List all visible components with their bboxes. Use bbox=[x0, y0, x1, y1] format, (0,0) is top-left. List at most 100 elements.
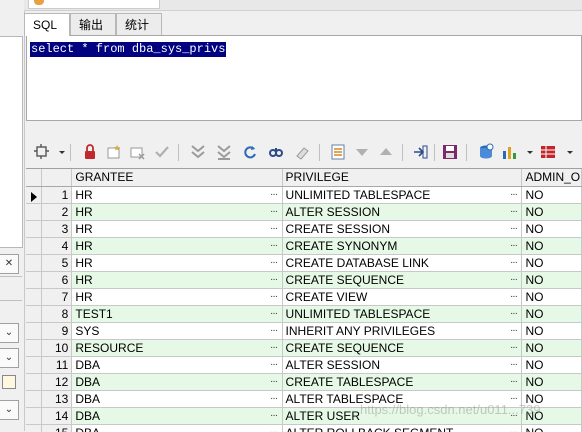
cell-ellipsis-button[interactable]: ··· bbox=[507, 391, 519, 407]
tab-statistics[interactable]: 统计 bbox=[116, 13, 162, 35]
cell-ellipsis-button[interactable]: ··· bbox=[268, 357, 280, 373]
row-indicator[interactable] bbox=[26, 288, 42, 305]
row-indicator[interactable] bbox=[26, 305, 42, 322]
cell-ellipsis-button[interactable]: ··· bbox=[507, 255, 519, 271]
first-record-icon[interactable] bbox=[188, 142, 208, 162]
close-icon[interactable]: ✕ bbox=[0, 254, 19, 274]
cell-ellipsis-button[interactable]: ··· bbox=[268, 272, 280, 288]
cell-ellipsis-button[interactable]: ··· bbox=[507, 408, 519, 424]
cell-privilege[interactable]: ALTER TABLESPACE··· bbox=[282, 390, 522, 407]
cell-privilege[interactable]: UNLIMITED TABLESPACE··· bbox=[282, 186, 522, 203]
cell-privilege[interactable]: CREATE SESSION··· bbox=[282, 220, 522, 237]
cell-grantee[interactable]: SYS··· bbox=[72, 322, 282, 339]
chevron-down-icon[interactable] bbox=[52, 142, 60, 162]
cell-privilege[interactable]: UNLIMITED TABLESPACE··· bbox=[282, 305, 522, 322]
cell-admin-option[interactable]: NO bbox=[522, 254, 582, 271]
cell-privilege[interactable]: ALTER USER··· bbox=[282, 407, 522, 424]
cell-ellipsis-button[interactable]: ··· bbox=[268, 374, 280, 390]
clear-icon[interactable] bbox=[292, 142, 312, 162]
previous-page-icon[interactable] bbox=[376, 142, 396, 162]
cell-ellipsis-button[interactable]: ··· bbox=[268, 187, 280, 203]
sql-editor[interactable]: select * from dba_sys_privs bbox=[26, 35, 582, 121]
cell-ellipsis-button[interactable]: ··· bbox=[507, 289, 519, 305]
cell-ellipsis-button[interactable]: ··· bbox=[268, 340, 280, 356]
table-row[interactable]: 11DBA···ALTER SESSION···NO bbox=[26, 356, 582, 373]
cell-privilege[interactable]: CREATE TABLESPACE··· bbox=[282, 373, 522, 390]
cell-ellipsis-button[interactable]: ··· bbox=[507, 187, 519, 203]
cell-ellipsis-button[interactable]: ··· bbox=[507, 238, 519, 254]
cell-ellipsis-button[interactable]: ··· bbox=[507, 272, 519, 288]
paste-icon[interactable] bbox=[2, 375, 16, 389]
last-record-icon[interactable] bbox=[214, 142, 234, 162]
single-record-view-icon[interactable] bbox=[328, 142, 348, 162]
delete-record-icon[interactable] bbox=[128, 142, 148, 162]
row-indicator[interactable] bbox=[26, 356, 42, 373]
table-row[interactable]: 14DBA···ALTER USER···NO bbox=[26, 407, 582, 424]
cell-grantee[interactable]: HR··· bbox=[72, 186, 282, 203]
insert-record-icon[interactable] bbox=[104, 142, 124, 162]
row-indicator[interactable] bbox=[26, 390, 42, 407]
find-icon[interactable] bbox=[266, 142, 286, 162]
row-indicator[interactable] bbox=[26, 271, 42, 288]
cell-ellipsis-button[interactable]: ··· bbox=[268, 289, 280, 305]
cell-ellipsis-button[interactable]: ··· bbox=[507, 357, 519, 373]
cell-grantee[interactable]: DBA··· bbox=[72, 373, 282, 390]
cell-admin-option[interactable]: NO bbox=[522, 271, 582, 288]
chevron-down-icon[interactable] bbox=[560, 142, 568, 162]
cell-grantee[interactable]: HR··· bbox=[72, 237, 282, 254]
tab-sql[interactable]: SQL bbox=[24, 13, 70, 36]
chevron-down-icon[interactable]: ⌄ bbox=[0, 400, 19, 420]
cell-ellipsis-button[interactable]: ··· bbox=[507, 204, 519, 220]
cell-grantee[interactable]: DBA··· bbox=[72, 356, 282, 373]
cell-admin-option[interactable]: NO bbox=[522, 356, 582, 373]
table-row[interactable]: 12DBA···CREATE TABLESPACE···NO bbox=[26, 373, 582, 390]
cell-ellipsis-button[interactable]: ··· bbox=[507, 340, 519, 356]
cell-privilege[interactable]: CREATE VIEW··· bbox=[282, 288, 522, 305]
cell-ellipsis-button[interactable]: ··· bbox=[268, 408, 280, 424]
query-icon[interactable] bbox=[476, 142, 496, 162]
chart-icon[interactable] bbox=[500, 142, 520, 162]
cell-grantee[interactable]: HR··· bbox=[72, 271, 282, 288]
row-indicator[interactable] bbox=[26, 407, 42, 424]
cell-privilege[interactable]: CREATE SEQUENCE··· bbox=[282, 339, 522, 356]
cell-ellipsis-button[interactable]: ··· bbox=[507, 374, 519, 390]
cell-privilege[interactable]: CREATE DATABASE LINK··· bbox=[282, 254, 522, 271]
cell-ellipsis-button[interactable]: ··· bbox=[268, 238, 280, 254]
cell-ellipsis-button[interactable]: ··· bbox=[268, 323, 280, 339]
table-row[interactable]: 6HR···CREATE SEQUENCE···NO bbox=[26, 271, 582, 288]
refresh-icon[interactable] bbox=[240, 142, 260, 162]
cell-admin-option[interactable]: NO bbox=[522, 203, 582, 220]
cell-grantee[interactable]: HR··· bbox=[72, 220, 282, 237]
cell-ellipsis-button[interactable]: ··· bbox=[268, 204, 280, 220]
cell-grantee[interactable]: HR··· bbox=[72, 288, 282, 305]
results-grid[interactable]: GRANTEE PRIVILEGE ADMIN_O 1HR···UNLIMITE… bbox=[26, 168, 582, 432]
cell-admin-option[interactable]: NO bbox=[522, 186, 582, 203]
next-page-icon[interactable] bbox=[352, 142, 372, 162]
save-icon[interactable] bbox=[440, 142, 460, 162]
cell-ellipsis-button[interactable]: ··· bbox=[507, 221, 519, 237]
chevron-down-icon[interactable] bbox=[520, 142, 528, 162]
cell-admin-option[interactable]: NO bbox=[522, 339, 582, 356]
cell-grantee[interactable]: DBA··· bbox=[72, 390, 282, 407]
cell-privilege[interactable]: ALTER SESSION··· bbox=[282, 356, 522, 373]
row-indicator[interactable] bbox=[26, 237, 42, 254]
table-row[interactable]: 3HR···CREATE SESSION···NO bbox=[26, 220, 582, 237]
row-indicator[interactable] bbox=[26, 322, 42, 339]
table-row[interactable]: 8TEST1···UNLIMITED TABLESPACE···NO bbox=[26, 305, 582, 322]
row-indicator[interactable] bbox=[26, 339, 42, 356]
cell-admin-option[interactable]: NO bbox=[522, 407, 582, 424]
cell-admin-option[interactable]: NO bbox=[522, 373, 582, 390]
table-row[interactable]: 4HR···CREATE SYNONYM···NO bbox=[26, 237, 582, 254]
chevron-down-icon[interactable]: ⌄ bbox=[0, 348, 19, 368]
row-indicator[interactable] bbox=[26, 373, 42, 390]
table-row[interactable]: 10RESOURCE···CREATE SEQUENCE···NO bbox=[26, 339, 582, 356]
table-row[interactable]: 2HR···ALTER SESSION···NO bbox=[26, 203, 582, 220]
lock-icon[interactable] bbox=[80, 142, 100, 162]
column-header-admin-option[interactable]: ADMIN_O bbox=[522, 169, 582, 186]
cell-privilege[interactable]: CREATE SYNONYM··· bbox=[282, 237, 522, 254]
cell-ellipsis-button[interactable]: ··· bbox=[268, 255, 280, 271]
table-row[interactable]: 5HR···CREATE DATABASE LINK···NO bbox=[26, 254, 582, 271]
grid-options-icon[interactable] bbox=[538, 142, 558, 162]
table-row[interactable]: 13DBA···ALTER TABLESPACE···NO bbox=[26, 390, 582, 407]
cell-privilege[interactable]: CREATE SEQUENCE··· bbox=[282, 271, 522, 288]
